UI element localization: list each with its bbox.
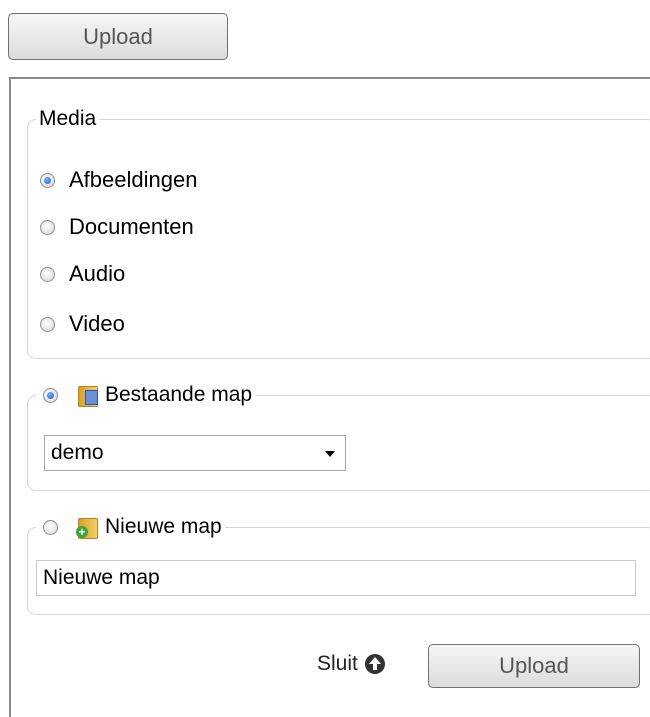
radio-new-folder[interactable] [43,519,58,535]
media-option-label: Documenten [69,214,194,239]
radio-afbeeldingen[interactable] [40,172,55,188]
folder-open-icon [78,384,98,407]
upload-button-bottom[interactable]: Upload [428,644,640,688]
chevron-down-icon[interactable] [325,451,335,457]
media-option-documenten[interactable]: Documenten [40,213,194,241]
radio-existing-folder[interactable] [43,387,58,403]
close-label: Sluit [317,652,358,675]
media-option-afbeeldingen[interactable]: Afbeeldingen [40,166,197,194]
folder-select[interactable]: demo [44,435,346,471]
existing-folder-label: Bestaande map [105,383,253,406]
radio-documenten[interactable] [40,219,55,235]
new-folder-label: Nieuwe map [105,515,222,538]
arrow-up-circle-icon[interactable] [364,654,385,674]
media-legend: Media [39,107,97,130]
media-option-label: Video [69,311,125,336]
upload-button-top[interactable]: Upload [8,13,228,60]
media-option-label: Afbeeldingen [69,167,198,192]
radio-audio[interactable] [40,266,55,282]
media-option-video[interactable]: Video [40,310,125,338]
upload-panel: Media Afbeeldingen Documenten Audio Vide… [9,77,650,717]
media-option-label: Audio [69,261,126,286]
folder-select-value: demo [51,441,104,464]
new-folder-name-input[interactable] [36,560,636,596]
close-link[interactable]: Sluit [317,649,385,679]
folder-add-icon: + [76,516,98,539]
media-option-audio[interactable]: Audio [40,260,125,288]
new-folder-legend: + Nieuwe map [36,515,225,539]
radio-video[interactable] [40,316,55,332]
existing-folder-legend: Bestaande map [36,383,255,407]
